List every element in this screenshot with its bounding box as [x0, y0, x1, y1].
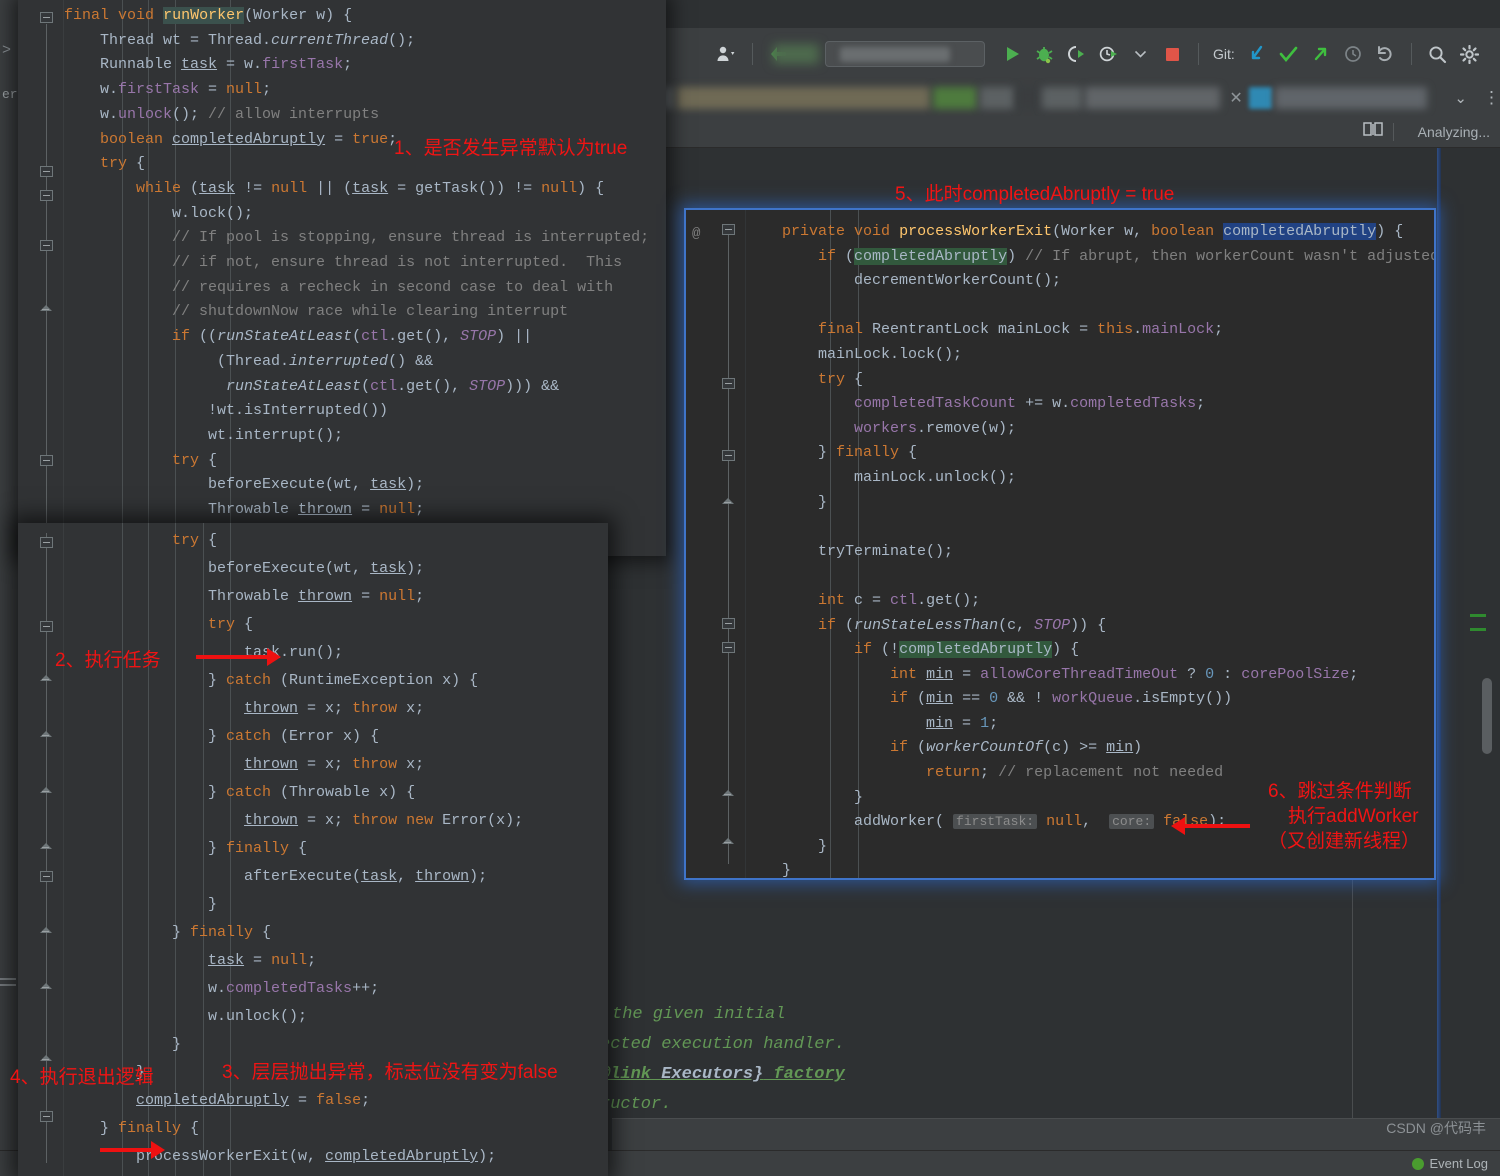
stop-icon[interactable]: [1157, 39, 1187, 69]
annotation-2: 2、执行任务: [55, 650, 161, 671]
javadoc-link-line: @link Executors} factory: [600, 1065, 845, 1084]
run-configuration-name-blurred: [840, 47, 950, 62]
profiler-icon[interactable]: [1093, 39, 1123, 69]
analyzing-status: Analyzing...: [1417, 123, 1490, 140]
fold-marker[interactable]: [40, 1111, 53, 1122]
tab-blurred-2[interactable]: [932, 87, 977, 109]
history-icon[interactable]: [1338, 39, 1368, 69]
annotation-6-arrow: [1171, 817, 1250, 835]
documentation-icon[interactable]: [1362, 121, 1383, 142]
annotation-6-line2: 执行addWorker: [1288, 806, 1419, 827]
fold-marker-collapsed[interactable]: [40, 983, 53, 994]
tabs-overflow-chevron-icon[interactable]: ⌄: [1454, 89, 1467, 107]
status-event-log[interactable]: Event Log: [1412, 1156, 1488, 1171]
git-push-icon[interactable]: [1306, 39, 1336, 69]
run-configuration-selector[interactable]: [825, 41, 985, 67]
annotation-6-line1: 6、跳过条件判断: [1268, 781, 1412, 802]
fold-marker[interactable]: [40, 190, 53, 201]
fold-marker[interactable]: [722, 450, 735, 461]
tab-blurred-6[interactable]: [1085, 87, 1221, 109]
status-bar-right: Event Log: [1394, 1156, 1488, 1171]
settings-gear-icon[interactable]: [1455, 39, 1485, 69]
fold-marker-collapsed[interactable]: [40, 843, 53, 854]
run-with-coverage-icon[interactable]: [1061, 39, 1091, 69]
javadoc-line: ructor.: [600, 1095, 672, 1114]
fold-marker[interactable]: [722, 618, 735, 629]
rollback-icon[interactable]: [1370, 39, 1400, 69]
code-text-runworker-top[interactable]: final void runWorker(Worker w) { Thread …: [64, 4, 666, 556]
toolbar-divider-2: [1198, 43, 1199, 65]
git-label: Git:: [1213, 46, 1235, 62]
chevron-down-icon[interactable]: [1125, 39, 1155, 69]
fold-marker[interactable]: [40, 12, 53, 23]
fold-marker[interactable]: [722, 642, 735, 653]
tab-blurred-4[interactable]: [1016, 87, 1039, 109]
fold-marker-collapsed[interactable]: [722, 790, 735, 801]
panel-vertical-splitter[interactable]: [1352, 880, 1353, 1150]
fold-marker[interactable]: [40, 621, 53, 632]
editor-gutter[interactable]: [18, 0, 64, 556]
fold-marker[interactable]: [40, 871, 53, 882]
fold-marker[interactable]: [40, 537, 53, 548]
left-collapsed-indicator: [0, 978, 16, 992]
vcs-change-marker: [1470, 628, 1486, 631]
editor-header-bar: Analyzing...: [660, 116, 1500, 148]
run-icon[interactable]: [997, 39, 1027, 69]
annotation-3: 3、层层抛出异常，标志位没有变为false: [222, 1062, 558, 1083]
user-vcs-icon[interactable]: [711, 39, 741, 69]
debug-icon[interactable]: [1029, 39, 1059, 69]
tab-blurred-5[interactable]: [1041, 87, 1083, 109]
fold-marker-collapsed[interactable]: [722, 838, 735, 849]
tab-blurred-1[interactable]: [676, 87, 930, 109]
annotation-4: 4、执行退出逻辑: [10, 1067, 154, 1088]
annotation-4-arrow: [100, 1141, 165, 1159]
toolbar-divider-3: [1410, 43, 1412, 65]
fold-marker-collapsed[interactable]: [722, 498, 735, 509]
fold-marker-collapsed[interactable]: [40, 927, 53, 938]
annotation-5: 5、此时completedAbruptly = true: [895, 184, 1175, 205]
fold-marker[interactable]: [40, 455, 53, 466]
tab-active-marker: [1248, 87, 1273, 109]
git-commit-icon[interactable]: [1274, 39, 1304, 69]
annotation-1: 1、是否发生异常默认为true: [394, 138, 628, 159]
fold-marker-collapsed[interactable]: [40, 787, 53, 798]
tab-blurred-7[interactable]: [1275, 87, 1428, 109]
javadoc-line: ected execution handler.: [600, 1035, 845, 1054]
watermark: CSDN @代码丰: [1386, 1120, 1486, 1136]
fold-marker-collapsed[interactable]: [40, 675, 53, 686]
annotation-6-line3: （又创建新线程）: [1268, 831, 1421, 852]
javadoc-line: the given initial: [612, 1005, 786, 1024]
toolbar-blurred-badge: [773, 44, 819, 64]
event-log-dot-icon: [1412, 1157, 1425, 1170]
javadoc-bleed-text: the given initial ected execution handle…: [600, 1000, 892, 1120]
search-everywhere-icon[interactable]: [1423, 39, 1453, 69]
tab-close-icon[interactable]: ✕: [1229, 88, 1242, 108]
main-toolbar[interactable]: Git:: [660, 28, 1500, 80]
fold-marker[interactable]: [722, 378, 735, 389]
toolbar-divider-1: [752, 43, 753, 65]
editor-gutter[interactable]: @: [686, 210, 746, 878]
bottom-tool-window-strip: [612, 1118, 1500, 1150]
status-event-log-label: Event Log: [1429, 1156, 1488, 1171]
tabs-more-options-icon[interactable]: ⋮: [1483, 88, 1500, 108]
editor-right-border: [1437, 148, 1441, 1150]
annotation-2-arrow: [196, 648, 281, 666]
fold-marker-collapsed[interactable]: [40, 305, 53, 316]
screenshot-root: > ( erC Git:: [0, 0, 1500, 1176]
editor-scrollbar-thumb[interactable]: [1482, 678, 1492, 754]
code-panel-runworker-top[interactable]: final void runWorker(Worker w) { Thread …: [18, 0, 666, 556]
fold-marker[interactable]: [40, 166, 53, 177]
vcs-change-marker: [1470, 614, 1486, 617]
tab-blurred-3[interactable]: [979, 87, 1014, 109]
editor-tab-bar[interactable]: ✕ ⌄ ⋮: [660, 80, 1500, 116]
fold-marker[interactable]: [722, 224, 735, 235]
header-divider: [1392, 122, 1394, 141]
fold-marker-collapsed[interactable]: [40, 731, 53, 742]
git-update-project-icon[interactable]: [1242, 39, 1272, 69]
annotation-at-marker: @: [692, 226, 701, 242]
fold-marker[interactable]: [40, 240, 53, 251]
